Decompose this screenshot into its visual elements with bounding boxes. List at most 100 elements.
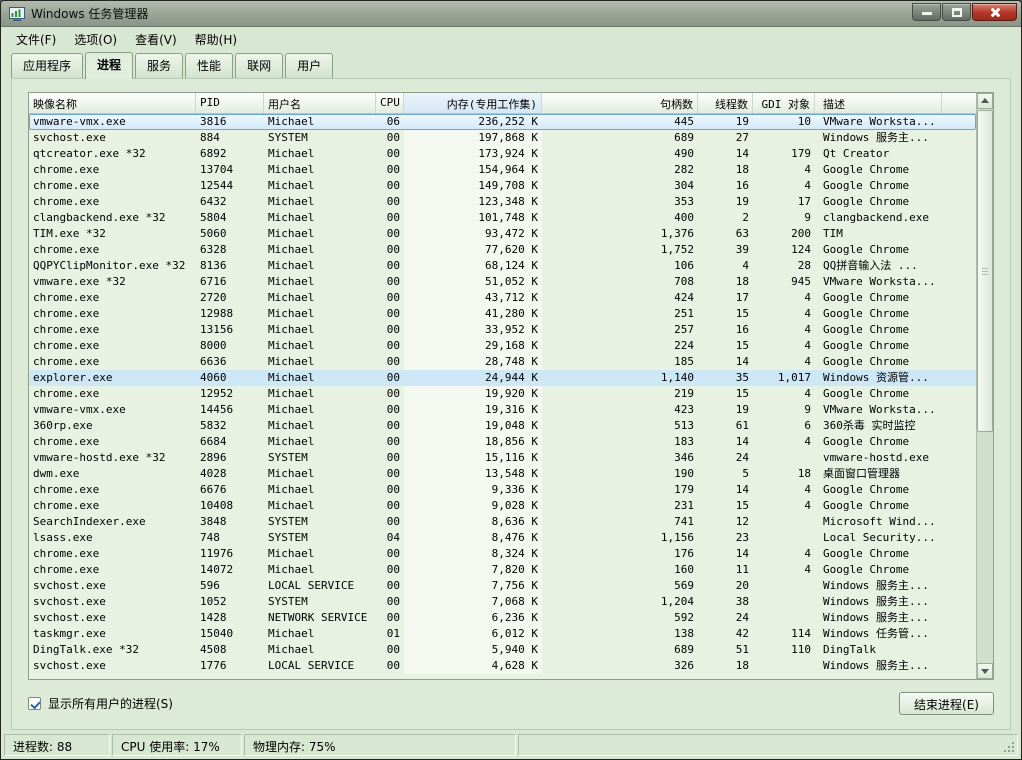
cell-memory: 24,944 K bbox=[485, 371, 538, 384]
cell-threads: 16 bbox=[735, 323, 749, 336]
process-row[interactable]: vmware-vmx.exe 14456 Michael 00 19,316 K 423 1… bbox=[29, 402, 976, 418]
process-row[interactable]: svchost.exe 1052 SYSTEM 00 7,068 K 1,204 38 Win… bbox=[29, 594, 976, 610]
process-row[interactable]: explorer.exe 4060 Michael 00 24,944 K 1,140 35… bbox=[29, 370, 976, 386]
process-row[interactable]: 360rp.exe 5832 Michael 00 19,048 K 513 61 6 360杀… bbox=[29, 418, 976, 434]
process-row[interactable]: chrome.exe 6684 Michael 00 18,856 K 183 14 4 Goo… bbox=[29, 434, 976, 450]
column-header-handles[interactable]: 句柄数 bbox=[542, 93, 698, 113]
scroll-up-button[interactable] bbox=[977, 93, 993, 109]
column-header-description[interactable]: 描述 bbox=[815, 93, 942, 113]
tab-services[interactable]: 服务 bbox=[135, 53, 184, 78]
process-row[interactable]: dwm.exe 4028 Michael 00 13,548 K 190 5 18 桌面窗口管理… bbox=[29, 466, 976, 482]
close-button[interactable] bbox=[972, 3, 1017, 21]
process-row[interactable]: chrome.exe 2720 Michael 00 43,712 K 424 17 4 Goo… bbox=[29, 290, 976, 306]
cell-memory: 43,712 K bbox=[404, 290, 542, 306]
process-row[interactable]: chrome.exe 6676 Michael 00 9,336 K 179 14 4 Goog… bbox=[29, 482, 976, 498]
title-bar[interactable]: Windows 任务管理器 bbox=[1, 1, 1021, 27]
process-row[interactable]: vmware-vmx.exe 3816 Michael 06 236,252 K 445 1… bbox=[29, 114, 976, 130]
column-header-cpu[interactable]: CPU bbox=[376, 93, 404, 113]
column-header-threads[interactable]: 线程数 bbox=[698, 93, 753, 113]
column-header-user-name[interactable]: 用户名 bbox=[264, 93, 376, 113]
column-header-memory[interactable]: 内存(专用工作集) bbox=[404, 93, 542, 113]
process-row[interactable]: chrome.exe 12988 Michael 00 41,280 K 251 15 4 Go… bbox=[29, 306, 976, 322]
cell-pid: 596 bbox=[200, 579, 220, 592]
cell-cpu: 00 bbox=[386, 611, 400, 624]
cell-memory: 123,348 K bbox=[404, 194, 542, 210]
resize-grip-icon[interactable] bbox=[1002, 740, 1015, 753]
show-all-users-checkbox[interactable] bbox=[28, 696, 41, 710]
cell-handles: 326 bbox=[674, 659, 694, 672]
process-row[interactable]: chrome.exe 6636 Michael 00 28,748 K 185 14 4 Goo… bbox=[29, 354, 976, 370]
cell-pid: 8000 bbox=[200, 339, 227, 352]
cell-user-name: Michael bbox=[268, 483, 315, 496]
cell-handles: 741 bbox=[674, 515, 694, 528]
menu-view[interactable]: 查看(V) bbox=[126, 28, 186, 51]
vertical-scrollbar[interactable] bbox=[976, 93, 993, 679]
process-row[interactable]: SearchIndexer.exe 3848 SYSTEM 00 8,636 K 741 1… bbox=[29, 514, 976, 530]
cell-memory: 51,052 K bbox=[404, 274, 542, 290]
cell-memory: 33,952 K bbox=[404, 322, 542, 338]
column-header-pid[interactable]: PID bbox=[196, 93, 264, 113]
show-all-users-label: 显示所有用户的进程(S) bbox=[48, 696, 173, 711]
maximize-button[interactable] bbox=[942, 3, 971, 21]
process-row[interactable]: chrome.exe 11976 Michael 00 8,324 K 176 14 4 Goo… bbox=[29, 546, 976, 562]
minimize-button[interactable] bbox=[912, 3, 941, 21]
process-row[interactable]: chrome.exe 13704 Michael 00 154,964 K 282 18 4 G… bbox=[29, 162, 976, 178]
end-process-button[interactable]: 结束进程(E) bbox=[899, 691, 994, 715]
cell-memory: 6,236 K bbox=[404, 610, 542, 626]
process-row[interactable]: DingTalk.exe *32 4508 Michael 00 5,940 K 689 5… bbox=[29, 642, 976, 658]
menu-file[interactable]: 文件(F) bbox=[7, 28, 65, 51]
cell-user-name: LOCAL SERVICE bbox=[268, 579, 355, 592]
cell-threads: 38 bbox=[735, 595, 749, 608]
process-row[interactable]: chrome.exe 10408 Michael 00 9,028 K 231 15 4 Goo… bbox=[29, 498, 976, 514]
cell-handles: 231 bbox=[674, 499, 694, 512]
cell-threads: 11 bbox=[735, 563, 749, 576]
cell-user-name: Michael bbox=[268, 403, 315, 416]
column-header-gdi-objects[interactable]: GDI 对象 bbox=[753, 93, 815, 113]
process-row[interactable]: chrome.exe 8000 Michael 00 29,168 K 224 15 4 Goo… bbox=[29, 338, 976, 354]
process-row[interactable]: svchost.exe 1428 NETWORK SERVICE 00 6,236 K 5… bbox=[29, 610, 976, 626]
process-row[interactable]: chrome.exe 6432 Michael 00 123,348 K 353 19 17 G… bbox=[29, 194, 976, 210]
cell-description: 360杀毒 实时监控 bbox=[823, 419, 916, 432]
cell-threads: 61 bbox=[735, 419, 749, 432]
process-row[interactable]: chrome.exe 14072 Michael 00 7,820 K 160 11 4 Goo… bbox=[29, 562, 976, 578]
process-row[interactable]: taskmgr.exe 15040 Michael 01 6,012 K 138 42 114… bbox=[29, 626, 976, 642]
process-row[interactable]: chrome.exe 12544 Michael 00 149,708 K 304 16 4 G… bbox=[29, 178, 976, 194]
cell-memory: 7,820 K bbox=[404, 562, 542, 578]
tab-users[interactable]: 用户 bbox=[285, 53, 334, 78]
cell-description: Google Chrome bbox=[823, 163, 910, 176]
tab-networking[interactable]: 联网 bbox=[235, 53, 284, 78]
process-row[interactable]: chrome.exe 6328 Michael 00 77,620 K 1,752 39 12… bbox=[29, 242, 976, 258]
process-row[interactable]: svchost.exe 884 SYSTEM 00 197,868 K 689 27 Wind… bbox=[29, 130, 976, 146]
process-row[interactable]: svchost.exe 596 LOCAL SERVICE 00 7,756 K 569 2… bbox=[29, 578, 976, 594]
menu-options[interactable]: 选项(O) bbox=[65, 28, 126, 51]
cell-user-name: Michael bbox=[268, 291, 315, 304]
process-row[interactable]: vmware-hostd.exe *32 2896 SYSTEM 00 15,116 K… bbox=[29, 450, 976, 466]
process-row[interactable]: svchost.exe 1776 LOCAL SERVICE 00 4,628 K 326… bbox=[29, 658, 976, 674]
menu-help[interactable]: 帮助(H) bbox=[186, 28, 246, 51]
cell-handles: 445 bbox=[674, 115, 694, 128]
scroll-down-button[interactable] bbox=[977, 663, 993, 679]
tab-performance[interactable]: 性能 bbox=[185, 53, 234, 78]
cell-gdi-objects: 4 bbox=[804, 323, 811, 336]
cell-handles: 423 bbox=[674, 403, 694, 416]
process-row[interactable]: chrome.exe 12952 Michael 00 19,920 K 219 15 4 Go… bbox=[29, 386, 976, 402]
tab-applications[interactable]: 应用程序 bbox=[11, 53, 84, 78]
column-header-image-name[interactable]: 映像名称 bbox=[29, 93, 196, 113]
process-row[interactable]: lsass.exe 748 SYSTEM 04 8,476 K 1,156 23 Local … bbox=[29, 530, 976, 546]
cell-description: Google Chrome bbox=[823, 323, 910, 336]
cell-user-name: SYSTEM bbox=[268, 131, 308, 144]
cell-pid: 6676 bbox=[200, 483, 227, 496]
cell-user-name: Michael bbox=[268, 435, 315, 448]
scrollbar-thumb[interactable] bbox=[977, 110, 993, 433]
process-row[interactable]: chrome.exe 13156 Michael 00 33,952 K 257 16 4 Go… bbox=[29, 322, 976, 338]
process-row[interactable]: TIM.exe *32 5060 Michael 00 93,472 K 1,376 63 2… bbox=[29, 226, 976, 242]
process-row[interactable]: vmware.exe *32 6716 Michael 00 51,052 K 708 18… bbox=[29, 274, 976, 290]
cell-description: TIM bbox=[823, 227, 843, 240]
cell-cpu: 00 bbox=[386, 259, 400, 272]
process-row[interactable]: QQPYClipMonitor.exe *32 8136 Michael 00 68,1… bbox=[29, 258, 976, 274]
process-row[interactable]: qtcreator.exe *32 6892 Michael 00 173,924 K 4… bbox=[29, 146, 976, 162]
cell-cpu: 06 bbox=[386, 115, 400, 128]
process-row[interactable]: clangbackend.exe *32 5804 Michael 00 101,748… bbox=[29, 210, 976, 226]
tab-processes[interactable]: 进程 bbox=[85, 52, 134, 79]
cell-threads: 20 bbox=[735, 579, 749, 592]
